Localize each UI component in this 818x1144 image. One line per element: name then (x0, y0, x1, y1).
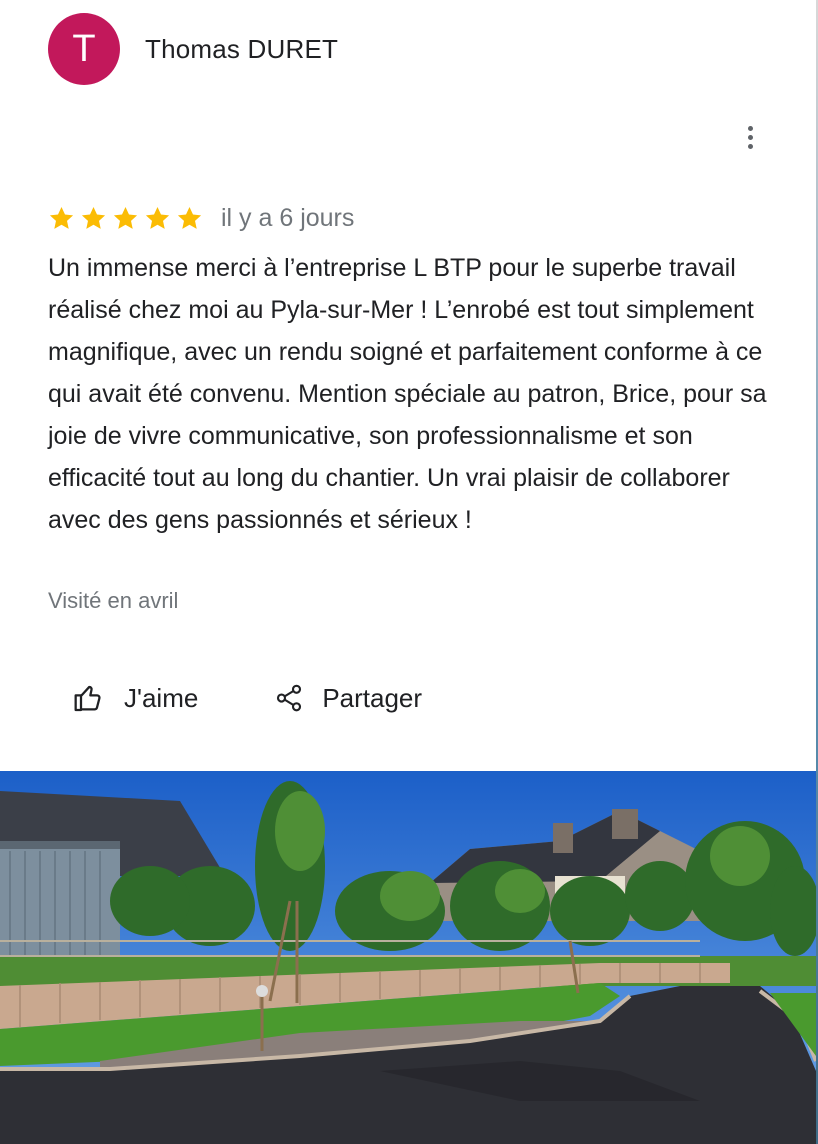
avatar[interactable]: T (48, 13, 120, 85)
star-icon (113, 206, 138, 229)
visited-date: Visité en avril (48, 588, 179, 613)
review-text: Un immense merci à l’entreprise L BTP po… (48, 254, 767, 534)
star-icon (81, 206, 106, 229)
rating-row: il y a 6 jours (48, 200, 354, 236)
star-icon (145, 206, 170, 229)
review-photo-driveway (0, 771, 816, 1144)
star-icon (49, 206, 74, 229)
like-label: J'aime (124, 682, 199, 713)
author-name[interactable]: Thomas DURET (145, 34, 338, 65)
share-button[interactable]: Partager (274, 676, 422, 720)
star-rating (48, 205, 203, 232)
like-button[interactable]: J'aime (72, 676, 198, 720)
review-header: T Thomas DURET (48, 13, 338, 85)
review-time: il y a 6 jours (221, 203, 355, 232)
review-photo[interactable] (0, 771, 816, 1144)
more-options-icon[interactable] (738, 120, 762, 154)
star-icon (177, 206, 202, 229)
avatar-initial: T (72, 27, 96, 70)
review-actions: J'aime Partager (72, 676, 422, 720)
thumb-up-icon (74, 685, 101, 712)
share-icon (277, 684, 302, 712)
share-label: Partager (322, 682, 423, 713)
